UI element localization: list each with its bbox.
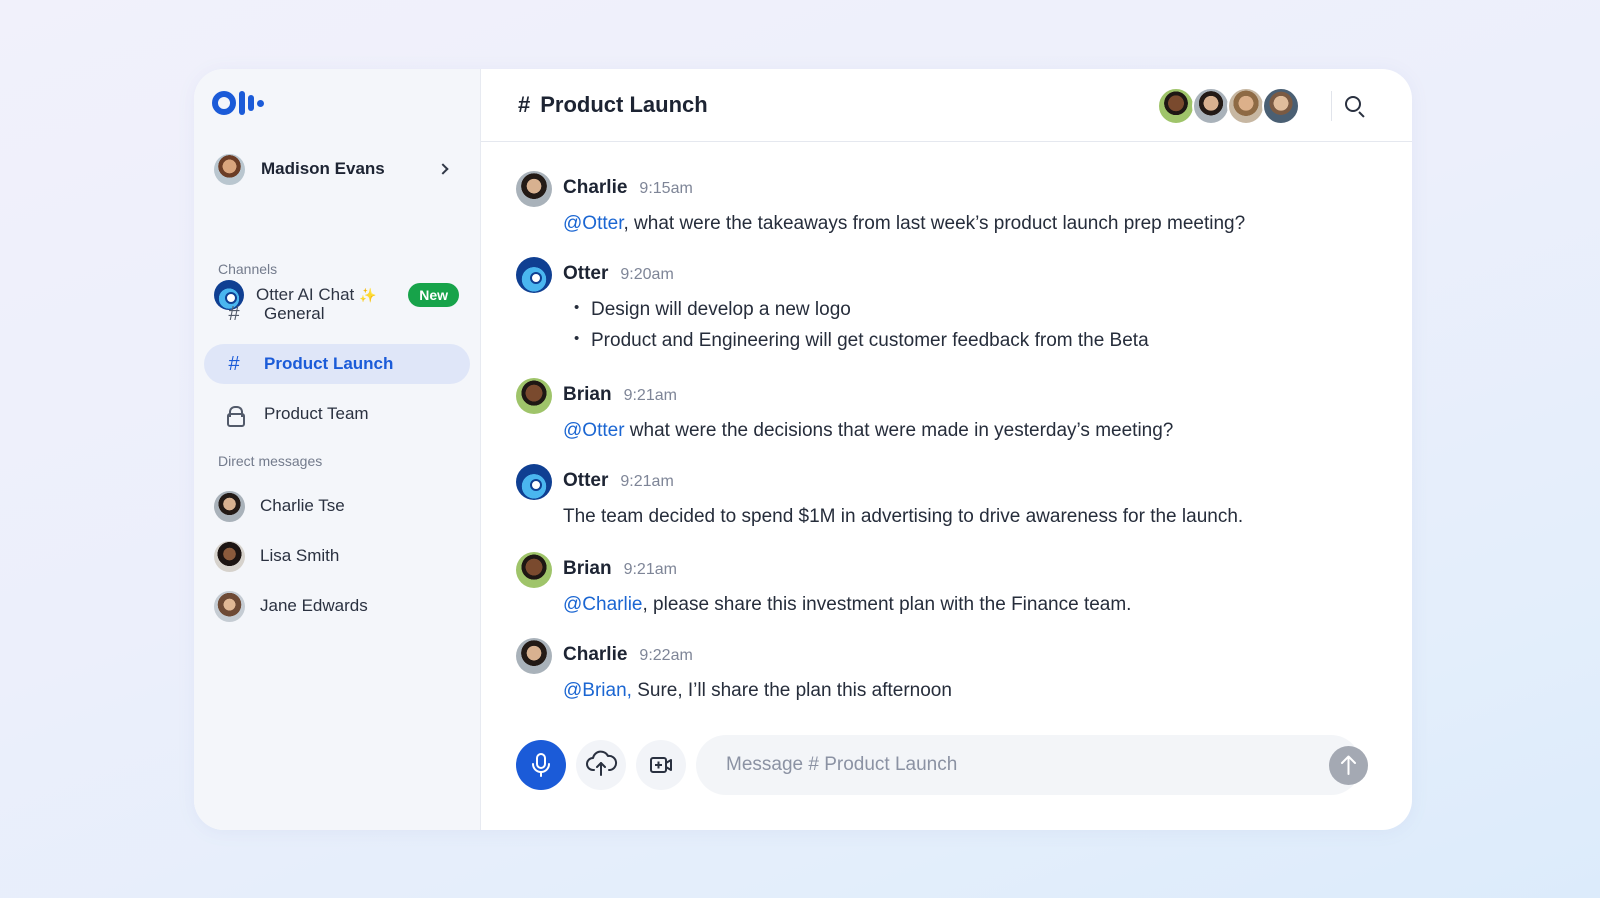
member-avatar — [1227, 87, 1265, 125]
channel-item-product-team[interactable]: Product Team — [204, 394, 470, 434]
mention-link[interactable]: @Charlie — [563, 594, 642, 615]
list-item: Design will develop a new logo — [574, 299, 1149, 321]
dm-item-charlie-tse[interactable]: Charlie Tse — [214, 488, 459, 524]
video-add-icon — [650, 757, 672, 773]
channel-title: # Product Launch — [518, 92, 708, 118]
dm-label: Charlie Tse — [260, 496, 345, 515]
message-text: @Brian, Sure, I’ll share the plan this a… — [563, 680, 952, 701]
message-time: 9:21am — [623, 387, 677, 404]
otter-avatar-icon — [516, 257, 552, 293]
direct-messages-section-label: Direct messages — [218, 453, 323, 469]
send-button[interactable] — [1329, 746, 1368, 785]
message-author: Otter — [563, 470, 609, 491]
sidebar: Madison Evans Otter AI Chat ✨ New Channe… — [194, 69, 481, 830]
mention-link[interactable]: @Otter — [563, 420, 625, 441]
message-author: Otter — [563, 263, 609, 284]
member-avatar — [1157, 87, 1195, 125]
member-avatar — [1262, 87, 1300, 125]
channel-item-product-launch[interactable]: # Product Launch — [204, 344, 470, 384]
otter-logo[interactable] — [212, 91, 264, 115]
message-text: @Otter, what were the takeaways from las… — [563, 213, 1246, 234]
message-author: Charlie — [563, 644, 628, 665]
message-time: 9:21am — [620, 473, 674, 490]
user-profile-row[interactable]: Madison Evans — [214, 152, 459, 186]
message-time: 9:15am — [639, 180, 693, 197]
channels-section-label: Channels — [218, 261, 278, 277]
cloud-upload-icon — [586, 750, 618, 776]
hash-icon: # — [228, 352, 240, 375]
app-window: Madison Evans Otter AI Chat ✨ New Channe… — [194, 69, 1412, 830]
channel-label: Product Launch — [264, 354, 394, 373]
channel-members[interactable] — [1157, 87, 1300, 125]
message-time: 9:22am — [639, 647, 693, 664]
hash-icon: # — [518, 92, 531, 117]
channel-header: # Product Launch — [481, 69, 1412, 142]
list-item: Product and Engineering will get custome… — [574, 330, 1149, 352]
dm-item-lisa-smith[interactable]: Lisa Smith — [214, 538, 459, 574]
avatar — [516, 552, 552, 588]
message-composer — [516, 735, 1368, 795]
video-record-button[interactable] — [636, 740, 686, 790]
avatar — [516, 171, 552, 207]
message-bullet-list: Design will develop a new logo Product a… — [574, 299, 1149, 361]
avatar — [516, 378, 552, 414]
mention-link[interactable]: @Brian, — [563, 680, 632, 701]
message-time: 9:21am — [623, 561, 677, 578]
message-author: Brian — [563, 384, 612, 405]
microphone-icon — [532, 753, 550, 777]
arrow-up-icon — [1341, 755, 1356, 775]
otter-avatar-icon — [516, 464, 552, 500]
message-author: Charlie — [563, 177, 628, 198]
hash-icon: # — [228, 302, 240, 325]
avatar — [516, 638, 552, 674]
header-divider — [1331, 91, 1332, 121]
dm-label: Lisa Smith — [260, 546, 340, 565]
user-name: Madison Evans — [261, 159, 385, 178]
message-text: The team decided to spend $1M in adverti… — [563, 506, 1244, 527]
user-avatar — [214, 153, 245, 185]
chat-main: # Product Launch Charlie 9:15am @Otter, wh… — [481, 69, 1412, 830]
message-input[interactable] — [696, 735, 1361, 795]
avatar — [214, 590, 245, 622]
member-avatar — [1192, 87, 1230, 125]
upload-button[interactable] — [576, 740, 626, 790]
mention-link[interactable]: @Otter — [563, 213, 623, 234]
message-text: @Otter what were the decisions that were… — [563, 420, 1174, 441]
channel-label: Product Team — [264, 404, 369, 423]
dm-item-jane-edwards[interactable]: Jane Edwards — [214, 588, 459, 624]
lock-icon — [227, 406, 245, 427]
channel-label: General — [264, 304, 325, 323]
avatar — [214, 540, 245, 572]
search-icon[interactable] — [1343, 94, 1367, 118]
channel-name: Product Launch — [540, 92, 708, 117]
chevron-right-icon — [437, 163, 449, 175]
message-text: @Charlie, please share this investment p… — [563, 594, 1132, 615]
avatar — [214, 490, 245, 522]
dm-label: Jane Edwards — [260, 596, 368, 615]
message-time: 9:20am — [620, 266, 674, 283]
channel-item-general[interactable]: # General — [204, 294, 470, 334]
message-author: Brian — [563, 558, 612, 579]
microphone-button[interactable] — [516, 740, 566, 790]
